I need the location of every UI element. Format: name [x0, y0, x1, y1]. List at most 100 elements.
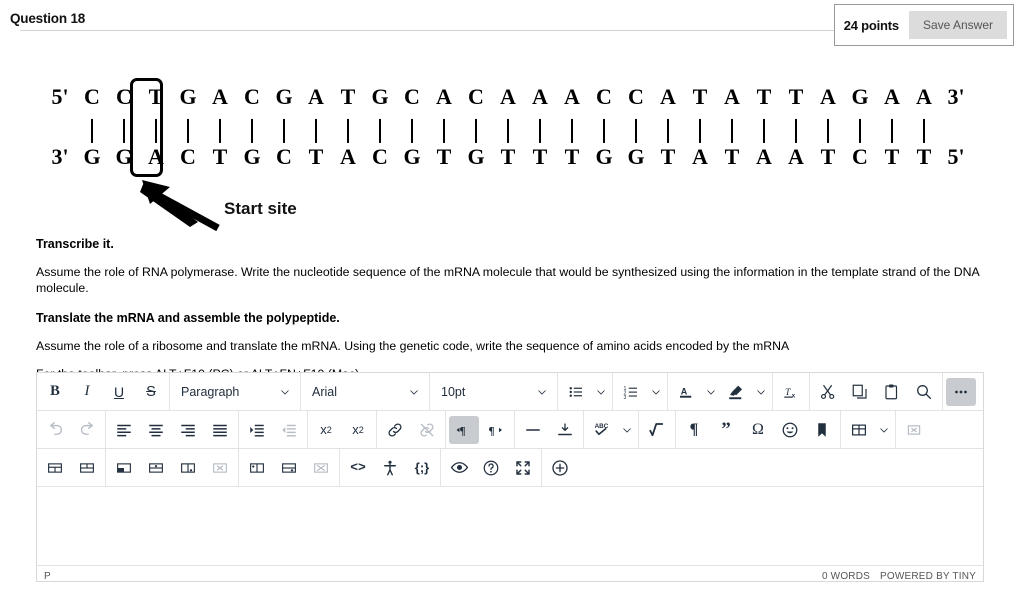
italic-button[interactable]: I	[72, 378, 102, 406]
top-base: A	[212, 84, 228, 109]
blockquote-icon[interactable]: ”	[711, 416, 741, 444]
unlink-icon[interactable]	[412, 416, 442, 444]
chevron-down-icon[interactable]	[753, 378, 769, 406]
chevron-down-icon[interactable]	[648, 378, 664, 406]
indent-decrease-icon[interactable]	[274, 416, 304, 444]
toolbar-group-insert-more	[542, 449, 578, 486]
delete-table-icon[interactable]	[899, 416, 929, 444]
help-icon[interactable]	[476, 454, 506, 482]
align-left-icon[interactable]	[109, 416, 139, 444]
translate-heading: Translate the mRNA and assemble the poly…	[36, 310, 340, 325]
toolbar-group-link	[377, 411, 446, 448]
editor-status-bar: P 0 WORDS POWERED BY TINY	[37, 565, 983, 586]
question-header: Question 18 24 points Save Answer	[0, 0, 1024, 46]
more-options-icon[interactable]	[946, 377, 976, 406]
search-icon[interactable]	[909, 378, 939, 406]
delete-row-icon[interactable]	[306, 454, 336, 482]
element-path[interactable]: P	[44, 571, 51, 582]
font-family-select[interactable]: Arial	[301, 373, 430, 410]
redo-icon[interactable]	[72, 416, 102, 444]
save-answer-button[interactable]: Save Answer	[908, 11, 1007, 39]
paragraph-mark-icon[interactable]: ¶	[679, 416, 709, 444]
emoticon-icon[interactable]	[775, 416, 805, 444]
bond-line	[844, 119, 876, 144]
hydrogen-bonds	[44, 119, 940, 144]
fullscreen-icon[interactable]	[508, 454, 538, 482]
cut-icon[interactable]	[813, 378, 843, 406]
insert-row-below-icon[interactable]	[274, 454, 304, 482]
bottom-base: T	[660, 144, 676, 169]
top-base: A	[532, 84, 548, 109]
math-equation-icon[interactable]	[642, 416, 672, 444]
dna-bottom-strand: 3' G G A C T G C T A C G T G T T T G G T A T A A T C T T 5'	[44, 144, 972, 170]
anchor-icon[interactable]	[807, 416, 837, 444]
bottom-base: T	[436, 144, 452, 169]
clear-formatting-icon[interactable]: Tx	[776, 378, 806, 406]
undo-icon[interactable]	[40, 416, 70, 444]
special-character-icon[interactable]: Ω	[743, 416, 773, 444]
toolbar-group-cells	[106, 449, 239, 486]
highlight-color-icon[interactable]	[721, 378, 751, 406]
paste-icon[interactable]	[877, 378, 907, 406]
rich-text-editor: B I U S Paragraph Arial 10pt 1 2 3 A T x…	[36, 372, 984, 582]
bottom-base: G	[243, 144, 261, 169]
horizontal-rule-icon[interactable]	[518, 416, 548, 444]
numbered-list-icon[interactable]: 123	[616, 378, 646, 406]
bond-line	[620, 119, 652, 144]
insert-link-icon[interactable]	[380, 416, 410, 444]
subscript-icon[interactable]: x2	[343, 416, 373, 444]
bond-line	[556, 119, 588, 144]
powered-by-label[interactable]: POWERED BY TINY	[880, 571, 976, 582]
bottom-base: A	[788, 144, 804, 169]
editor-content-area[interactable]	[37, 487, 983, 565]
word-count[interactable]: 0 WORDS	[822, 571, 870, 582]
bottom-base: A	[340, 144, 356, 169]
top-base: C	[628, 84, 644, 109]
top-base: A	[884, 84, 900, 109]
text-color-icon[interactable]: A	[671, 378, 701, 406]
ltr-direction-icon[interactable]: ¶	[449, 415, 479, 444]
rtl-direction-icon[interactable]: ¶	[481, 416, 511, 444]
align-center-icon[interactable]	[141, 416, 171, 444]
chevron-down-icon[interactable]	[619, 416, 635, 444]
bottom-base: C	[852, 144, 868, 169]
bottom-base: T	[564, 144, 580, 169]
insert-table-icon[interactable]	[844, 416, 874, 444]
spellcheck-icon[interactable]: ABC	[587, 416, 617, 444]
preview-icon[interactable]	[444, 454, 474, 482]
top-base: A	[436, 84, 452, 109]
page-break-icon[interactable]	[550, 416, 580, 444]
superscript-icon[interactable]: x2	[311, 416, 341, 444]
table-row-props-icon[interactable]	[40, 454, 70, 482]
block-format-select[interactable]: Paragraph	[170, 373, 301, 410]
align-right-icon[interactable]	[173, 416, 203, 444]
svg-text:T: T	[785, 387, 791, 398]
bond-line	[524, 119, 556, 144]
chevron-down-icon[interactable]	[876, 416, 892, 444]
bottom-base: T	[532, 144, 548, 169]
bond-line	[460, 119, 492, 144]
top-base: T	[788, 84, 804, 109]
insert-row-icon[interactable]	[141, 454, 171, 482]
chevron-down-icon[interactable]	[703, 378, 719, 406]
chevron-down-icon[interactable]	[593, 378, 609, 406]
align-justify-icon[interactable]	[205, 416, 235, 444]
source-code-icon[interactable]: <>	[343, 454, 373, 482]
bold-button[interactable]: B	[40, 378, 70, 406]
insert-column-icon[interactable]	[173, 454, 203, 482]
accessibility-check-icon[interactable]	[375, 454, 405, 482]
top-base: C	[84, 84, 100, 109]
indent-increase-icon[interactable]	[242, 416, 272, 444]
merge-cells-icon[interactable]	[109, 454, 139, 482]
insert-row-above-icon[interactable]	[242, 454, 272, 482]
delete-column-icon[interactable]	[205, 454, 235, 482]
insert-more-icon[interactable]	[545, 454, 575, 482]
template-icon[interactable]: {;}	[407, 454, 437, 482]
font-size-select[interactable]: 10pt	[430, 373, 558, 410]
underline-button[interactable]: U	[104, 378, 134, 406]
table-cell-props-icon[interactable]	[72, 454, 102, 482]
copy-icon[interactable]	[845, 378, 875, 406]
strikethrough-button[interactable]: S	[136, 378, 166, 406]
font-family-value: Arial	[312, 384, 338, 399]
bullet-list-icon[interactable]	[561, 378, 591, 406]
